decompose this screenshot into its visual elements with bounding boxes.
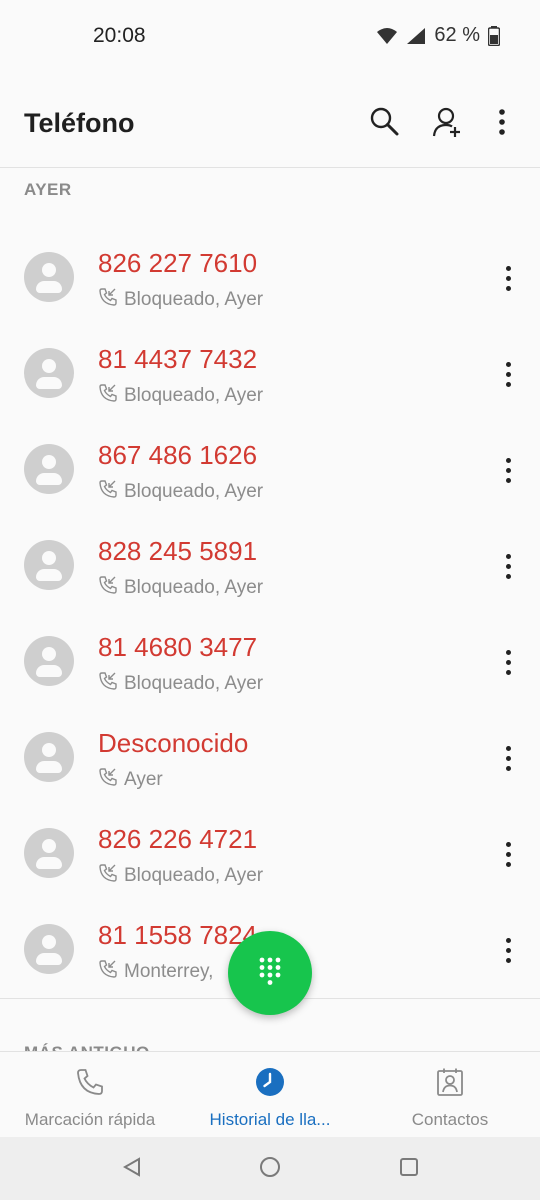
incoming-call-icon <box>98 671 118 697</box>
call-meta-text: Monterrey, <box>124 961 214 982</box>
status-icons: 62 % <box>376 24 500 47</box>
call-meta-text: Bloqueado, Ayer <box>124 577 264 598</box>
battery-icon <box>488 25 500 46</box>
dialpad-fab-button[interactable] <box>228 931 312 1015</box>
status-time: 20:08 <box>93 24 146 47</box>
call-meta: Ayer <box>98 767 163 793</box>
call-more-button[interactable] <box>494 644 522 680</box>
add-contact-button[interactable] <box>427 104 467 144</box>
incoming-call-icon <box>98 479 118 505</box>
avatar[interactable] <box>24 636 74 686</box>
call-log-row[interactable]: 81 4437 7432 Bloqueado, Ayer <box>0 326 540 422</box>
call-meta-text: Bloqueado, Ayer <box>124 385 264 406</box>
clock-icon <box>254 1066 286 1098</box>
call-more-button[interactable] <box>494 740 522 776</box>
call-meta-text: Ayer <box>124 769 163 790</box>
call-log-list: 826 227 7610 Bloqueado, Ayer 81 4437 743… <box>0 230 540 998</box>
incoming-call-icon <box>98 575 118 601</box>
call-log-row[interactable]: Desconocido Ayer <box>0 710 540 806</box>
call-more-button[interactable] <box>494 260 522 296</box>
call-number: 81 4680 3477 <box>98 632 258 662</box>
tab-call-history[interactable]: Historial de lla... <box>180 1052 360 1137</box>
call-meta-text: Bloqueado, Ayer <box>124 865 264 886</box>
call-number: 826 226 4721 <box>98 824 258 854</box>
recents-icon <box>398 1156 420 1183</box>
call-meta: Bloqueado, Ayer <box>98 383 263 409</box>
call-meta: Bloqueado, Ayer <box>98 479 263 505</box>
status-bar: 20:08 62 % <box>0 0 540 70</box>
call-meta-text: Bloqueado, Ayer <box>124 289 264 310</box>
contacts-icon <box>434 1066 466 1098</box>
section-header-yesterday: AYER <box>24 180 72 199</box>
more-vert-icon <box>498 108 506 140</box>
call-number: 867 486 1626 <box>98 440 258 470</box>
avatar[interactable] <box>24 444 74 494</box>
recents-button[interactable] <box>395 1155 423 1183</box>
call-more-button[interactable] <box>494 836 522 872</box>
bottom-navigation: Marcación rápida Historial de lla... Con… <box>0 1051 540 1137</box>
incoming-call-icon <box>98 959 118 985</box>
call-number: Desconocido <box>98 728 249 758</box>
search-icon <box>369 106 401 143</box>
call-meta: Monterrey, <box>98 959 213 985</box>
call-number: 828 245 5891 <box>98 536 258 566</box>
call-meta-text: Bloqueado, Ayer <box>124 481 264 502</box>
tab-speed-dial[interactable]: Marcación rápida <box>0 1052 180 1137</box>
home-button[interactable] <box>256 1155 284 1183</box>
call-more-button[interactable] <box>494 452 522 488</box>
call-number: 81 1558 7824 <box>98 920 258 950</box>
avatar[interactable] <box>24 348 74 398</box>
call-log-row[interactable]: 826 226 4721 Bloqueado, Ayer <box>0 806 540 902</box>
system-navigation-bar <box>0 1137 540 1200</box>
page-title: Teléfono <box>24 108 135 138</box>
incoming-call-icon <box>98 287 118 313</box>
add-contact-icon <box>431 106 463 143</box>
overflow-menu-button[interactable] <box>482 104 522 144</box>
battery-text: 62 % <box>434 24 480 46</box>
incoming-call-icon <box>98 863 118 889</box>
search-button[interactable] <box>365 104 405 144</box>
tab-contacts[interactable]: Contactos <box>360 1052 540 1137</box>
dialpad-icon <box>257 956 283 991</box>
phone-icon <box>74 1066 106 1098</box>
call-meta: Bloqueado, Ayer <box>98 575 263 601</box>
call-number: 826 227 7610 <box>98 248 258 278</box>
tab-label: Contactos <box>411 1110 489 1129</box>
call-number: 81 4437 7432 <box>98 344 258 374</box>
call-log-row[interactable]: 828 245 5891 Bloqueado, Ayer <box>0 518 540 614</box>
incoming-call-icon <box>98 383 118 409</box>
app-bar: Teléfono <box>0 70 540 168</box>
call-more-button[interactable] <box>494 356 522 392</box>
back-button[interactable] <box>118 1155 146 1183</box>
call-meta-text: Bloqueado, Ayer <box>124 673 264 694</box>
avatar[interactable] <box>24 924 74 974</box>
call-more-button[interactable] <box>494 932 522 968</box>
call-meta: Bloqueado, Ayer <box>98 671 263 697</box>
call-log-row[interactable]: 81 4680 3477 Bloqueado, Ayer <box>0 614 540 710</box>
avatar[interactable] <box>24 828 74 878</box>
call-log-row[interactable]: 826 227 7610 Bloqueado, Ayer <box>0 230 540 326</box>
incoming-call-icon <box>98 767 118 793</box>
tab-label: Historial de lla... <box>209 1110 331 1129</box>
call-meta: Bloqueado, Ayer <box>98 863 263 889</box>
signal-icon <box>406 27 426 45</box>
avatar[interactable] <box>24 252 74 302</box>
wifi-icon <box>376 27 398 45</box>
avatar[interactable] <box>24 732 74 782</box>
home-icon <box>259 1156 281 1183</box>
back-icon <box>121 1156 143 1183</box>
avatar[interactable] <box>24 540 74 590</box>
tab-label: Marcación rápida <box>24 1110 156 1129</box>
call-meta: Bloqueado, Ayer <box>98 287 263 313</box>
call-more-button[interactable] <box>494 548 522 584</box>
call-log-row[interactable]: 867 486 1626 Bloqueado, Ayer <box>0 422 540 518</box>
